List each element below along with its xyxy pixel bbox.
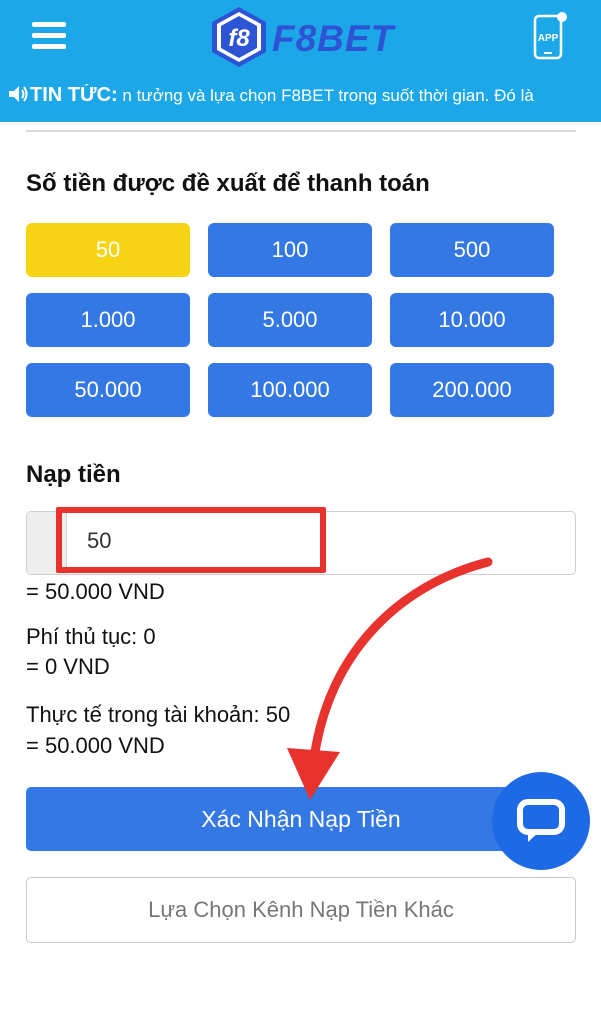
chat-glyph: [517, 799, 565, 842]
phone-outline: APP: [533, 12, 567, 60]
amount-button-5000[interactable]: 5.000: [208, 293, 372, 347]
annotation-highlight-box: [56, 507, 326, 573]
fee-label: Phí thủ tục: 0: [26, 624, 156, 649]
logo-mark: f8: [228, 25, 250, 52]
chat-bubble-icon[interactable]: [492, 772, 590, 870]
section-divider: [26, 130, 576, 132]
speaker-icon: [9, 86, 28, 102]
app-label: APP: [538, 33, 559, 44]
ticker-text: n tưởng và lựa chọn F8BET trong suốt thờ…: [117, 86, 534, 105]
news-ticker[interactable]: TIN TỨC: n tưởng và lựa chọn F8BET trong…: [8, 84, 598, 114]
suggested-amounts-title: Số tiền được đề xuất để thanh toán: [26, 170, 430, 197]
top-header: f8 F8BET APP TIN TỨC: n tưởng và lựa chọ…: [0, 0, 601, 122]
other-channel-button[interactable]: Lựa Chọn Kênh Nạp Tiền Khác: [26, 877, 576, 943]
amount-button-200000[interactable]: 200.000: [390, 363, 554, 417]
ticker-label: TIN TỨC:: [30, 84, 118, 106]
hamburger-menu-icon[interactable]: [32, 20, 68, 50]
f8-badge-icon: f8: [212, 7, 266, 67]
amount-button-10000[interactable]: 10.000: [390, 293, 554, 347]
brand-logo[interactable]: f8 F8BET: [206, 4, 398, 70]
deposit-title: Nạp tiền: [26, 461, 121, 488]
brand-name: F8BET: [272, 18, 395, 59]
amount-button-100[interactable]: 100: [208, 223, 372, 277]
converted-amount: = 50.000 VND: [26, 579, 165, 604]
phone-app-icon[interactable]: APP: [532, 12, 568, 60]
amount-button-500[interactable]: 500: [390, 223, 554, 277]
actual-amount-converted: = 50.000 VND: [26, 733, 165, 758]
amount-button-1000[interactable]: 1.000: [26, 293, 190, 347]
amount-button-50000[interactable]: 50.000: [26, 363, 190, 417]
actual-amount-label: Thực tế trong tài khoản: 50: [26, 702, 291, 727]
fee-converted: = 0 VND: [26, 654, 110, 679]
amount-button-100000[interactable]: 100.000: [208, 363, 372, 417]
amount-button-50[interactable]: 50: [26, 223, 190, 277]
suggested-amounts-grid: 50 100 500 1.000 5.000 10.000 50.000 100…: [26, 223, 554, 417]
